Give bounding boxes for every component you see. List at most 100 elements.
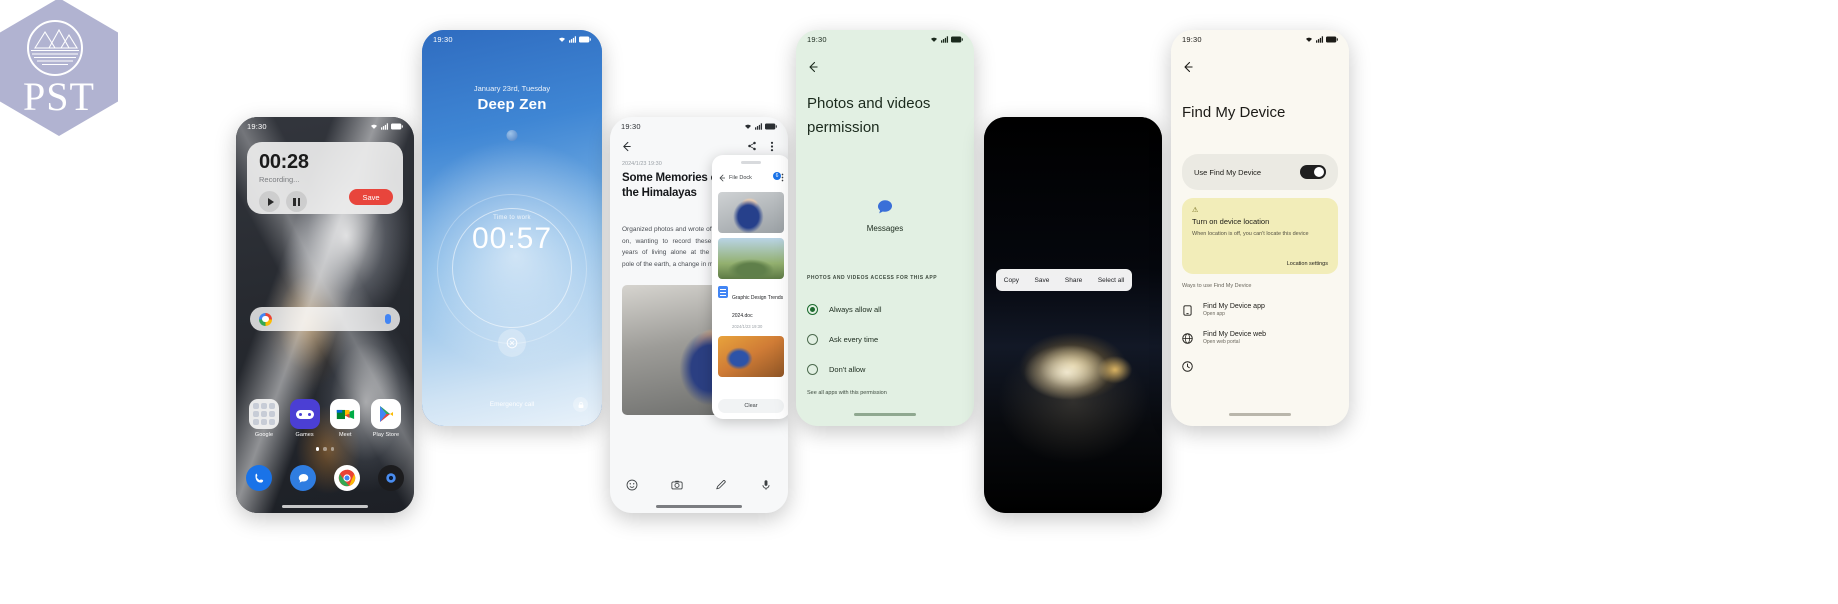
option-label: Always allow all	[829, 304, 882, 314]
pen-icon[interactable]	[715, 479, 728, 492]
phone-photos-permission: 19:30 Photos and videos permission Messa…	[796, 30, 974, 426]
file-dock-item[interactable]	[718, 335, 784, 377]
app-item-google[interactable]: Google	[246, 399, 282, 438]
location-warning-card[interactable]: ⚠ Turn on device location When location …	[1182, 198, 1338, 274]
app-label: Games	[295, 432, 314, 438]
see-all-apps-link[interactable]: See all apps with this permission	[807, 390, 887, 396]
share-button[interactable]: Share	[1065, 277, 1082, 284]
fmd-options-list: Find My Device app Open app Find My Devi…	[1182, 296, 1338, 380]
messages-icon	[876, 198, 895, 217]
back-arrow-icon[interactable]	[621, 141, 632, 152]
phone-deep-zen-lockscreen: 19:30 January 23rd, Tuesday Deep Zen Tim…	[422, 30, 602, 426]
signal-icon	[754, 122, 762, 130]
phone2-screen: 19:30 January 23rd, Tuesday Deep Zen Tim…	[422, 30, 602, 426]
file-dock-panel: File Dock 6 Graphic Design Trends 2024.d…	[712, 155, 788, 419]
phone4-screen: 19:30 Photos and videos permission Messa…	[796, 30, 974, 426]
photo-thumbnail	[718, 335, 784, 377]
wifi-icon	[744, 124, 752, 129]
camera-icon[interactable]	[670, 479, 683, 492]
mic-icon[interactable]	[759, 479, 772, 492]
save-button[interactable]: Save	[1035, 277, 1050, 284]
use-find-my-device-row[interactable]: Use Find My Device	[1182, 154, 1338, 190]
dock	[246, 465, 404, 491]
phone-memories-note: 19:30 2024/1/23 19:30 Some Memories of t…	[610, 117, 788, 513]
photo-thumbnail	[718, 237, 784, 279]
back-arrow-icon[interactable]	[807, 60, 819, 73]
search-input[interactable]	[250, 307, 400, 331]
option-label: Ask every time	[829, 334, 879, 344]
camera-icon[interactable]	[378, 465, 404, 491]
more-vertical-icon[interactable]	[766, 141, 777, 152]
back-arrow-icon[interactable]	[1182, 60, 1194, 73]
nav-gesture-bar[interactable]	[656, 504, 742, 508]
find-my-device-toggle[interactable]	[1300, 165, 1326, 179]
wifi-icon	[558, 37, 566, 42]
location-settings-link[interactable]: Location settings	[1287, 261, 1328, 267]
clear-button[interactable]: Clear	[718, 399, 784, 413]
row-subtitle: Open app	[1203, 311, 1225, 317]
option-ask-every-time[interactable]: Ask every time	[807, 324, 963, 354]
wifi-icon	[370, 124, 378, 129]
select-all-button[interactable]: Select all	[1098, 277, 1124, 284]
row-title: Find My Device app	[1203, 303, 1265, 310]
row-find-my-device-web[interactable]: Find My Device web Open web portal	[1182, 324, 1338, 352]
recorder-card: 00:28 Recording... Save	[247, 142, 403, 214]
night-photo-background	[984, 117, 1162, 513]
app-item-play-store[interactable]: Play Store	[368, 399, 404, 438]
sticker-icon[interactable]	[626, 479, 639, 492]
nav-gesture-bar[interactable]	[854, 413, 916, 416]
recording-timer: 00:28	[259, 151, 309, 173]
option-dont-allow[interactable]: Don't allow	[807, 354, 963, 384]
save-button[interactable]: Save	[349, 189, 393, 205]
more-vertical-icon[interactable]	[781, 169, 784, 187]
option-always-allow-all[interactable]: Always allow all	[807, 294, 963, 324]
zen-action-button[interactable]	[498, 329, 526, 357]
phone-recorder-home: 19:30 00:28 Recording... Save Google Gam…	[236, 117, 414, 513]
drag-handle[interactable]	[741, 161, 761, 164]
doc-file-icon	[718, 285, 728, 298]
radio-icon[interactable]	[807, 363, 818, 375]
battery-icon	[1326, 36, 1338, 42]
messages-icon[interactable]	[290, 465, 316, 491]
nav-gesture-bar[interactable]	[1229, 413, 1291, 416]
battery-icon	[951, 36, 963, 42]
radio-icon[interactable]	[807, 303, 818, 315]
status-icons	[930, 35, 963, 43]
signal-icon	[568, 35, 576, 43]
note-toolbar	[610, 135, 788, 157]
play-icon[interactable]	[259, 191, 280, 212]
row-find-my-device-app[interactable]: Find My Device app Open app	[1182, 296, 1338, 324]
status-time: 19:30	[433, 34, 453, 44]
file-dock-title: File Dock	[729, 174, 752, 181]
phone5-screen: Copy Save Share Select all	[984, 117, 1162, 513]
signal-icon	[940, 35, 948, 43]
warning-icon: ⚠	[1192, 207, 1199, 214]
back-arrow-icon[interactable]	[718, 169, 726, 187]
share-icon[interactable]	[746, 141, 757, 152]
radio-icon[interactable]	[807, 333, 818, 345]
status-icons	[558, 35, 591, 43]
airplane-subject	[998, 339, 1148, 403]
phone-photo-selection: Copy Save Share Select all	[984, 117, 1162, 513]
pause-icon[interactable]	[286, 191, 307, 212]
status-bar: 19:30	[236, 117, 414, 135]
lock-icon[interactable]	[573, 397, 588, 412]
status-time: 19:30	[807, 34, 827, 44]
file-dock-item[interactable]	[718, 237, 784, 279]
toggle-label: Use Find My Device	[1194, 167, 1262, 177]
nav-gesture-bar[interactable]	[282, 504, 368, 508]
row-third-option[interactable]	[1182, 352, 1338, 380]
file-dock-item-doc[interactable]: Graphic Design Trends 2024.doc 2024/1/23…	[718, 284, 784, 331]
status-bar: 19:30	[422, 30, 602, 48]
warning-body: When location is off, you can't locate t…	[1192, 231, 1309, 237]
section-label: PHOTOS AND VIDEOS ACCESS FOR THIS APP	[807, 275, 938, 281]
app-item-games[interactable]: Games	[287, 399, 323, 438]
chrome-icon[interactable]	[334, 465, 360, 491]
file-dock-item[interactable]	[718, 191, 784, 233]
row-subtitle: Open web portal	[1203, 339, 1240, 345]
doc-title: Graphic Design Trends 2024.doc	[732, 294, 784, 319]
phone-icon[interactable]	[246, 465, 272, 491]
app-item-meet[interactable]: Meet	[327, 399, 363, 438]
copy-button[interactable]: Copy	[1004, 277, 1019, 284]
mic-icon[interactable]	[385, 314, 391, 324]
